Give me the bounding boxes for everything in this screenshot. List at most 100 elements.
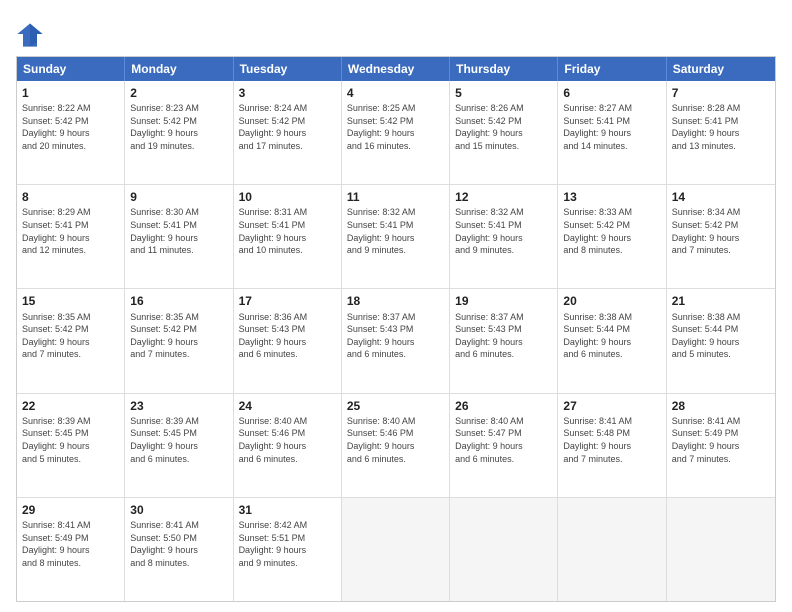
- day-details: Sunrise: 8:41 AMSunset: 5:49 PMDaylight:…: [22, 519, 119, 569]
- calendar-body: 1Sunrise: 8:22 AMSunset: 5:42 PMDaylight…: [17, 81, 775, 601]
- calendar-day-5: 5Sunrise: 8:26 AMSunset: 5:42 PMDaylight…: [450, 81, 558, 184]
- calendar-day-30: 30Sunrise: 8:41 AMSunset: 5:50 PMDayligh…: [125, 498, 233, 601]
- calendar-day-26: 26Sunrise: 8:40 AMSunset: 5:47 PMDayligh…: [450, 394, 558, 497]
- calendar-day-14: 14Sunrise: 8:34 AMSunset: 5:42 PMDayligh…: [667, 185, 775, 288]
- weekday-header-friday: Friday: [558, 57, 666, 81]
- day-details: Sunrise: 8:38 AMSunset: 5:44 PMDaylight:…: [563, 311, 660, 361]
- day-number: 24: [239, 398, 336, 414]
- day-details: Sunrise: 8:32 AMSunset: 5:41 PMDaylight:…: [455, 206, 552, 256]
- logo-icon: [16, 20, 44, 48]
- day-number: 18: [347, 293, 444, 309]
- calendar-day-1: 1Sunrise: 8:22 AMSunset: 5:42 PMDaylight…: [17, 81, 125, 184]
- day-number: 22: [22, 398, 119, 414]
- day-number: 16: [130, 293, 227, 309]
- day-number: 6: [563, 85, 660, 101]
- calendar-day-4: 4Sunrise: 8:25 AMSunset: 5:42 PMDaylight…: [342, 81, 450, 184]
- calendar-day-27: 27Sunrise: 8:41 AMSunset: 5:48 PMDayligh…: [558, 394, 666, 497]
- calendar-day-17: 17Sunrise: 8:36 AMSunset: 5:43 PMDayligh…: [234, 289, 342, 392]
- day-number: 14: [672, 189, 770, 205]
- calendar-day-12: 12Sunrise: 8:32 AMSunset: 5:41 PMDayligh…: [450, 185, 558, 288]
- day-details: Sunrise: 8:40 AMSunset: 5:46 PMDaylight:…: [239, 415, 336, 465]
- day-details: Sunrise: 8:40 AMSunset: 5:46 PMDaylight:…: [347, 415, 444, 465]
- day-number: 9: [130, 189, 227, 205]
- day-details: Sunrise: 8:31 AMSunset: 5:41 PMDaylight:…: [239, 206, 336, 256]
- day-details: Sunrise: 8:39 AMSunset: 5:45 PMDaylight:…: [130, 415, 227, 465]
- day-number: 15: [22, 293, 119, 309]
- day-details: Sunrise: 8:41 AMSunset: 5:48 PMDaylight:…: [563, 415, 660, 465]
- calendar-day-10: 10Sunrise: 8:31 AMSunset: 5:41 PMDayligh…: [234, 185, 342, 288]
- day-number: 3: [239, 85, 336, 101]
- day-number: 13: [563, 189, 660, 205]
- day-number: 20: [563, 293, 660, 309]
- day-details: Sunrise: 8:27 AMSunset: 5:41 PMDaylight:…: [563, 102, 660, 152]
- day-details: Sunrise: 8:30 AMSunset: 5:41 PMDaylight:…: [130, 206, 227, 256]
- day-details: Sunrise: 8:25 AMSunset: 5:42 PMDaylight:…: [347, 102, 444, 152]
- calendar-day-16: 16Sunrise: 8:35 AMSunset: 5:42 PMDayligh…: [125, 289, 233, 392]
- weekday-header-sunday: Sunday: [17, 57, 125, 81]
- day-details: Sunrise: 8:36 AMSunset: 5:43 PMDaylight:…: [239, 311, 336, 361]
- day-details: Sunrise: 8:37 AMSunset: 5:43 PMDaylight:…: [455, 311, 552, 361]
- calendar-empty-cell: [450, 498, 558, 601]
- day-number: 5: [455, 85, 552, 101]
- day-details: Sunrise: 8:24 AMSunset: 5:42 PMDaylight:…: [239, 102, 336, 152]
- day-number: 2: [130, 85, 227, 101]
- calendar-row-5: 29Sunrise: 8:41 AMSunset: 5:49 PMDayligh…: [17, 497, 775, 601]
- day-number: 27: [563, 398, 660, 414]
- day-details: Sunrise: 8:34 AMSunset: 5:42 PMDaylight:…: [672, 206, 770, 256]
- day-details: Sunrise: 8:41 AMSunset: 5:49 PMDaylight:…: [672, 415, 770, 465]
- day-details: Sunrise: 8:41 AMSunset: 5:50 PMDaylight:…: [130, 519, 227, 569]
- calendar-row-3: 15 Sunrise: 8:35 AMSunset: 5:42 PMDayligh…: [17, 288, 775, 392]
- day-number: 21: [672, 293, 770, 309]
- day-number: 23: [130, 398, 227, 414]
- weekday-header-wednesday: Wednesday: [342, 57, 450, 81]
- day-details: Sunrise: 8:40 AMSunset: 5:47 PMDaylight:…: [455, 415, 552, 465]
- day-details: Sunrise: 8:37 AMSunset: 5:43 PMDaylight:…: [347, 311, 444, 361]
- page: SundayMondayTuesdayWednesdayThursdayFrid…: [0, 0, 792, 612]
- day-details: Sunrise: 8:33 AMSunset: 5:42 PMDaylight:…: [563, 206, 660, 256]
- day-number: 25: [347, 398, 444, 414]
- calendar-day-8: 8Sunrise: 8:29 AMSunset: 5:41 PMDaylight…: [17, 185, 125, 288]
- calendar-day-24: 24Sunrise: 8:40 AMSunset: 5:46 PMDayligh…: [234, 394, 342, 497]
- day-number: 31: [239, 502, 336, 518]
- calendar-day-29: 29Sunrise: 8:41 AMSunset: 5:49 PMDayligh…: [17, 498, 125, 601]
- day-number: 19: [455, 293, 552, 309]
- calendar-day-3: 3Sunrise: 8:24 AMSunset: 5:42 PMDaylight…: [234, 81, 342, 184]
- calendar-empty-cell: [342, 498, 450, 601]
- calendar-day-18: 18 Sunrise: 8:37 AMSunset: 5:43 PMDayligh…: [342, 289, 450, 392]
- day-details: Sunrise: 8:29 AMSunset: 5:41 PMDaylight:…: [22, 206, 119, 256]
- calendar-day-21: 21 Sunrise: 8:38 AMSunset: 5:44 PMDayligh…: [667, 289, 775, 392]
- header: [16, 16, 776, 48]
- day-number: 29: [22, 502, 119, 518]
- calendar-row-1: 1Sunrise: 8:22 AMSunset: 5:42 PMDaylight…: [17, 81, 775, 184]
- calendar-empty-cell: [667, 498, 775, 601]
- calendar-day-2: 2Sunrise: 8:23 AMSunset: 5:42 PMDaylight…: [125, 81, 233, 184]
- calendar-day-19: 19 Sunrise: 8:37 AMSunset: 5:43 PMDayligh…: [450, 289, 558, 392]
- day-number: 4: [347, 85, 444, 101]
- day-number: 11: [347, 189, 444, 205]
- calendar-header: SundayMondayTuesdayWednesdayThursdayFrid…: [17, 57, 775, 81]
- weekday-header-saturday: Saturday: [667, 57, 775, 81]
- day-number: 10: [239, 189, 336, 205]
- day-details: Sunrise: 8:28 AMSunset: 5:41 PMDaylight:…: [672, 102, 770, 152]
- weekday-header-monday: Monday: [125, 57, 233, 81]
- calendar-day-22: 22Sunrise: 8:39 AMSunset: 5:45 PMDayligh…: [17, 394, 125, 497]
- day-number: 28: [672, 398, 770, 414]
- calendar-day-31: 31Sunrise: 8:42 AMSunset: 5:51 PMDayligh…: [234, 498, 342, 601]
- weekday-header-tuesday: Tuesday: [234, 57, 342, 81]
- calendar-empty-cell: [558, 498, 666, 601]
- calendar-day-25: 25Sunrise: 8:40 AMSunset: 5:46 PMDayligh…: [342, 394, 450, 497]
- calendar-day-23: 23Sunrise: 8:39 AMSunset: 5:45 PMDayligh…: [125, 394, 233, 497]
- day-number: 8: [22, 189, 119, 205]
- weekday-header-thursday: Thursday: [450, 57, 558, 81]
- day-number: 1: [22, 85, 119, 101]
- day-number: 12: [455, 189, 552, 205]
- calendar-day-11: 11Sunrise: 8:32 AMSunset: 5:41 PMDayligh…: [342, 185, 450, 288]
- day-details: Sunrise: 8:23 AMSunset: 5:42 PMDaylight:…: [130, 102, 227, 152]
- calendar-row-2: 8Sunrise: 8:29 AMSunset: 5:41 PMDaylight…: [17, 184, 775, 288]
- calendar-day-9: 9Sunrise: 8:30 AMSunset: 5:41 PMDaylight…: [125, 185, 233, 288]
- day-details: Sunrise: 8:38 AMSunset: 5:44 PMDaylight:…: [672, 311, 770, 361]
- calendar-row-4: 22Sunrise: 8:39 AMSunset: 5:45 PMDayligh…: [17, 393, 775, 497]
- day-details: Sunrise: 8:35 AMSunset: 5:42 PMDaylight:…: [22, 311, 119, 361]
- day-details: Sunrise: 8:39 AMSunset: 5:45 PMDaylight:…: [22, 415, 119, 465]
- logo: [16, 20, 48, 48]
